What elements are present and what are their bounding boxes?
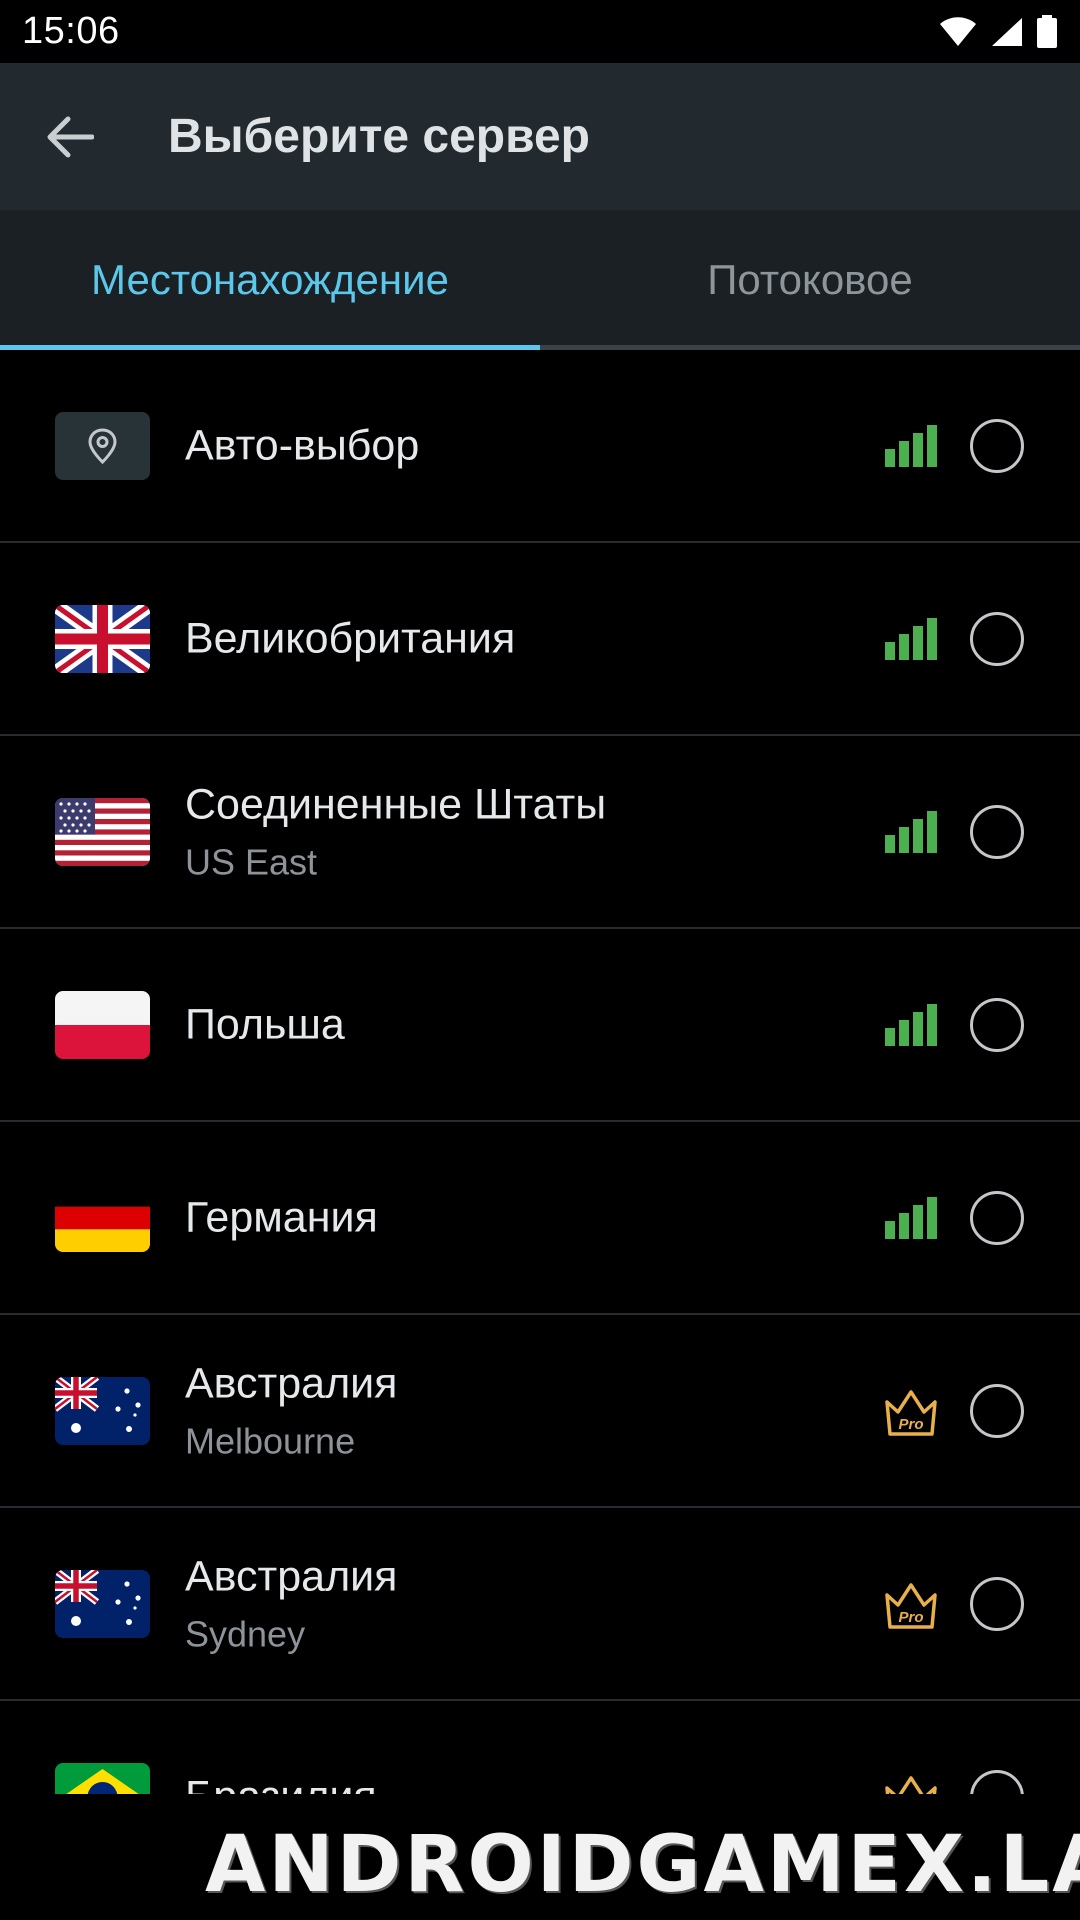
server-country: Авто-выбор	[185, 421, 420, 469]
us-flag-icon	[55, 797, 150, 866]
server-country: Бразилия	[185, 1772, 377, 1794]
watermark-text: ANDROIDGAMEX.LAT	[205, 1820, 1080, 1910]
signal-strength-icon	[885, 1196, 937, 1239]
pro-badge-label: Pro	[898, 1416, 923, 1433]
arrow-back-icon	[47, 116, 94, 157]
server-text: Австралия Melbourne	[185, 1359, 397, 1462]
radio-button[interactable]	[970, 611, 1024, 666]
radio-button[interactable]	[970, 804, 1024, 859]
tab-bar: Местонахождение Потоковое	[0, 210, 1080, 350]
australia-flag-icon	[55, 1569, 150, 1638]
server-city: US East	[185, 841, 318, 882]
tab-streaming-label: Потоковое	[707, 256, 913, 303]
server-text: Соединенные Штаты US East	[185, 780, 606, 883]
server-row-brazil[interactable]: Бразилия	[0, 1701, 1080, 1794]
server-text: Польша	[185, 1000, 345, 1049]
signal-strength-icon	[885, 1003, 937, 1046]
server-country: Соединенные Штаты	[185, 780, 607, 828]
server-text: Авто-выбор	[185, 421, 419, 470]
server-text: Германия	[185, 1193, 378, 1242]
tab-streaming[interactable]: Потоковое	[540, 210, 1080, 350]
radio-button[interactable]	[970, 418, 1024, 473]
battery-icon	[1037, 14, 1057, 48]
location-pin-icon	[55, 411, 150, 480]
radio-button[interactable]	[970, 1383, 1024, 1438]
server-city: Sydney	[185, 1613, 306, 1654]
tab-location-label: Местонахождение	[91, 256, 449, 303]
server-country: Австралия	[185, 1552, 398, 1600]
server-row-poland[interactable]: Польша	[0, 929, 1080, 1122]
signal-strength-icon	[885, 810, 937, 853]
back-button[interactable]	[0, 63, 140, 210]
app-bar: Выберите сервер	[0, 63, 1080, 210]
server-text: Великобритания	[185, 614, 515, 663]
tab-location[interactable]: Местонахождение	[0, 210, 540, 350]
radio-button[interactable]	[970, 1190, 1024, 1245]
server-country: Германия	[185, 1193, 378, 1241]
cell-signal-icon	[992, 17, 1022, 46]
radio-button[interactable]	[970, 997, 1024, 1052]
uk-flag-icon	[55, 604, 150, 673]
server-text: Бразилия	[185, 1772, 377, 1794]
server-row-auto[interactable]: Авто-выбор	[0, 350, 1080, 543]
server-country: Австралия	[185, 1359, 398, 1407]
poland-flag-icon	[55, 990, 150, 1059]
signal-strength-icon	[885, 617, 937, 660]
pro-crown-icon: Pro	[885, 1582, 937, 1629]
germany-flag-icon	[55, 1183, 150, 1252]
server-row-germany[interactable]: Германия	[0, 1122, 1080, 1315]
signal-strength-icon	[885, 424, 937, 467]
australia-flag-icon	[55, 1376, 150, 1445]
pro-crown-icon	[885, 1775, 937, 1794]
server-row-australia-melbourne[interactable]: Австралия Melbourne Pro	[0, 1315, 1080, 1508]
server-text: Австралия Sydney	[185, 1552, 397, 1655]
brazil-flag-icon	[55, 1762, 150, 1794]
server-country: Польша	[185, 1000, 345, 1048]
server-country: Великобритания	[185, 614, 516, 662]
server-row-australia-sydney[interactable]: Австралия Sydney Pro	[0, 1508, 1080, 1701]
radio-button[interactable]	[970, 1769, 1024, 1794]
status-bar: 15:06	[0, 0, 1080, 63]
status-time: 15:06	[22, 10, 120, 52]
page-title: Выберите сервер	[168, 110, 590, 163]
server-row-us-east[interactable]: Соединенные Штаты US East	[0, 736, 1080, 929]
server-row-uk[interactable]: Великобритания	[0, 543, 1080, 736]
pro-badge-label: Pro	[898, 1609, 923, 1626]
radio-button[interactable]	[970, 1576, 1024, 1631]
status-icons	[938, 14, 1058, 49]
server-list: Авто-выбор Великобритания Соединенные Шт…	[0, 350, 1080, 1794]
server-city: Melbourne	[185, 1420, 356, 1461]
pro-crown-icon: Pro	[885, 1389, 937, 1436]
screen: 15:06 Выберите сервер Местонахождение По…	[0, 0, 1080, 1920]
wifi-icon	[940, 16, 976, 46]
